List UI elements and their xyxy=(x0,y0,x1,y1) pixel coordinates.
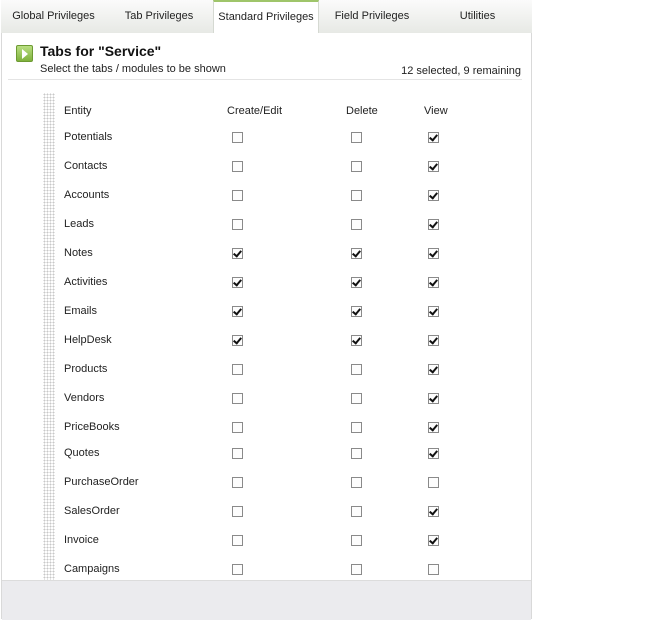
view-checkbox[interactable] xyxy=(428,477,439,488)
create-edit-checkbox[interactable] xyxy=(232,306,243,317)
view-checkbox[interactable] xyxy=(428,248,439,259)
create-edit-checkbox[interactable] xyxy=(232,219,243,230)
delete-checkbox[interactable] xyxy=(351,535,362,546)
tab-standard-privileges[interactable]: Standard Privileges xyxy=(213,0,319,34)
entity-label: Contacts xyxy=(64,160,108,172)
delete-checkbox[interactable] xyxy=(351,393,362,404)
delete-checkbox[interactable] xyxy=(351,477,362,488)
delete-checkbox[interactable] xyxy=(351,277,362,288)
entity-label: Activities xyxy=(64,276,108,288)
view-checkbox[interactable] xyxy=(428,422,439,433)
view-checkbox[interactable] xyxy=(428,448,439,459)
entity-label: Accounts xyxy=(64,189,110,201)
tab-utilities[interactable]: Utilities xyxy=(425,0,530,32)
delete-checkbox[interactable] xyxy=(351,219,362,230)
delete-checkbox[interactable] xyxy=(351,306,362,317)
view-checkbox[interactable] xyxy=(428,132,439,143)
dotted-guide xyxy=(43,93,55,610)
tab-bar: Global Privileges Tab Privileges Standar… xyxy=(1,0,532,34)
column-header-view: View xyxy=(424,105,448,117)
create-edit-checkbox[interactable] xyxy=(232,535,243,546)
create-edit-checkbox[interactable] xyxy=(232,190,243,201)
page-subtitle: Select the tabs / modules to be shown xyxy=(40,63,226,75)
view-checkbox[interactable] xyxy=(428,335,439,346)
create-edit-checkbox[interactable] xyxy=(232,477,243,488)
entity-label: Notes xyxy=(64,247,93,259)
entity-label: Emails xyxy=(64,305,98,317)
entity-label: Vendors xyxy=(64,392,105,404)
delete-checkbox[interactable] xyxy=(351,161,362,172)
entity-label: Quotes xyxy=(64,447,100,459)
create-edit-checkbox[interactable] xyxy=(232,393,243,404)
view-checkbox[interactable] xyxy=(428,364,439,375)
header-divider xyxy=(8,79,522,80)
delete-checkbox[interactable] xyxy=(351,448,362,459)
create-edit-checkbox[interactable] xyxy=(232,506,243,517)
entity-label: PurchaseOrder xyxy=(64,476,139,488)
page-title: Tabs for "Service" xyxy=(40,43,162,59)
entity-label: PriceBooks xyxy=(64,421,120,433)
view-checkbox[interactable] xyxy=(428,393,439,404)
entity-label: SalesOrder xyxy=(64,505,120,517)
view-checkbox[interactable] xyxy=(428,161,439,172)
delete-checkbox[interactable] xyxy=(351,190,362,201)
entity-label: HelpDesk xyxy=(64,334,112,346)
create-edit-checkbox[interactable] xyxy=(232,132,243,143)
view-checkbox[interactable] xyxy=(428,190,439,201)
tab-global-privileges[interactable]: Global Privileges xyxy=(1,0,106,32)
column-header-delete: Delete xyxy=(346,105,378,117)
delete-checkbox[interactable] xyxy=(351,335,362,346)
view-checkbox[interactable] xyxy=(428,506,439,517)
view-checkbox[interactable] xyxy=(428,564,439,575)
tab-field-privileges[interactable]: Field Privileges xyxy=(319,0,425,32)
view-checkbox[interactable] xyxy=(428,219,439,230)
delete-checkbox[interactable] xyxy=(351,364,362,375)
delete-checkbox[interactable] xyxy=(351,422,362,433)
create-edit-checkbox[interactable] xyxy=(232,448,243,459)
column-header-create-edit: Create/Edit xyxy=(227,105,283,117)
delete-checkbox[interactable] xyxy=(351,506,362,517)
create-edit-checkbox[interactable] xyxy=(232,564,243,575)
entity-label: Leads xyxy=(64,218,94,230)
entity-label: Invoice xyxy=(64,534,99,546)
view-checkbox[interactable] xyxy=(428,277,439,288)
column-header-entity: Entity xyxy=(64,105,92,117)
create-edit-checkbox[interactable] xyxy=(232,422,243,433)
entity-label: Campaigns xyxy=(64,563,120,575)
delete-checkbox[interactable] xyxy=(351,132,362,143)
delete-checkbox[interactable] xyxy=(351,564,362,575)
tab-tab-privileges[interactable]: Tab Privileges xyxy=(106,0,212,32)
create-edit-checkbox[interactable] xyxy=(232,248,243,259)
create-edit-checkbox[interactable] xyxy=(232,161,243,172)
entity-label: Products xyxy=(64,363,108,375)
create-edit-checkbox[interactable] xyxy=(232,335,243,346)
standard-privileges-panel: Tabs for "Service" Select the tabs / mod… xyxy=(1,33,532,620)
entity-label: Potentials xyxy=(64,131,113,143)
panel-footer xyxy=(2,580,531,620)
delete-checkbox[interactable] xyxy=(351,248,362,259)
arrow-right-icon xyxy=(16,45,33,62)
selection-count: 12 selected, 9 remaining xyxy=(401,65,521,77)
view-checkbox[interactable] xyxy=(428,306,439,317)
privileges-window: Global Privileges Tab Privileges Standar… xyxy=(1,0,532,620)
create-edit-checkbox[interactable] xyxy=(232,364,243,375)
create-edit-checkbox[interactable] xyxy=(232,277,243,288)
view-checkbox[interactable] xyxy=(428,535,439,546)
